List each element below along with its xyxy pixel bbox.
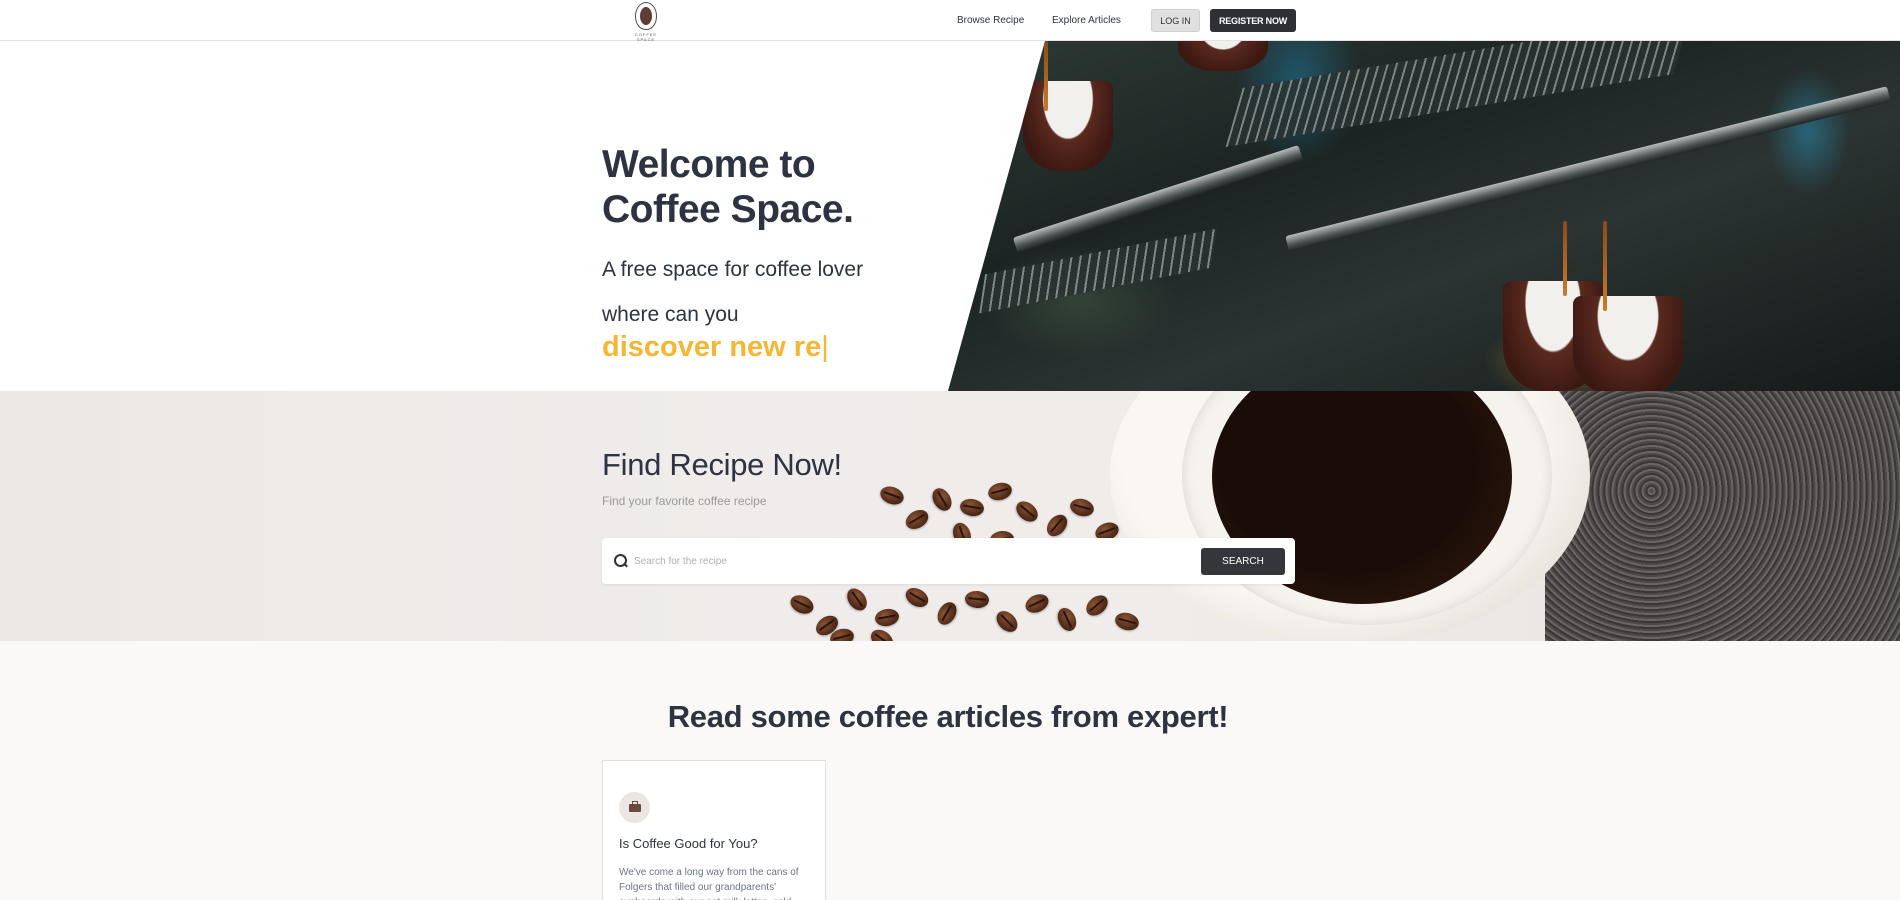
espresso-machine-image	[948, 41, 1900, 391]
nav-browse-recipe[interactable]: Browse Recipe	[957, 15, 1024, 26]
nav-explore-articles[interactable]: Explore Articles	[1052, 15, 1121, 26]
article-card[interactable]: Is Coffee Good for You? We've come a lon…	[602, 760, 826, 900]
login-button[interactable]: LOG IN	[1151, 9, 1200, 32]
article-title: Is Coffee Good for You?	[619, 836, 758, 851]
hero-subtitle: A free space for coffee lover where can …	[602, 247, 882, 337]
search-title: Find Recipe Now!	[602, 447, 842, 482]
search-bar: SEARCH	[602, 538, 1295, 584]
article-excerpt: We've come a long way from the cans of F…	[619, 867, 799, 900]
hero-title-line1: Welcome to	[602, 143, 816, 186]
hero-subtitle-line1: A free space for coffee lover	[602, 258, 864, 281]
typed-text-value: discover new re	[602, 331, 822, 363]
typed-text: discover new re|	[602, 331, 829, 364]
search-section: Find Recipe Now! Find your favorite coff…	[0, 391, 1900, 641]
search-subtitle: Find your favorite coffee recipe	[602, 494, 767, 508]
search-button[interactable]: SEARCH	[1201, 548, 1285, 575]
coffee-bean-icon	[635, 2, 657, 30]
typing-caret: |	[821, 331, 829, 363]
logo-text: COFFEE SPACE	[634, 32, 658, 42]
hero-subtitle-line2: where can you	[602, 303, 739, 326]
articles-title: Read some coffee articles from expert!	[667, 699, 1229, 734]
hero-section: Welcome to Coffee Space. A free space fo…	[0, 41, 1900, 391]
search-icon	[613, 553, 629, 569]
register-button[interactable]: REGISTER NOW	[1210, 9, 1296, 32]
cloth-background	[1545, 391, 1900, 641]
navbar: COFFEE SPACE Browse Recipe Explore Artic…	[0, 0, 1900, 42]
search-input[interactable]	[634, 549, 1174, 573]
briefcase-icon	[619, 792, 650, 823]
hero-title: Welcome to Coffee Space.	[602, 142, 854, 232]
articles-section: Read some coffee articles from expert! I…	[0, 641, 1900, 900]
coffee-space-logo[interactable]: COFFEE SPACE	[626, 1, 666, 42]
hero-title-line2: Coffee Space.	[602, 188, 854, 231]
